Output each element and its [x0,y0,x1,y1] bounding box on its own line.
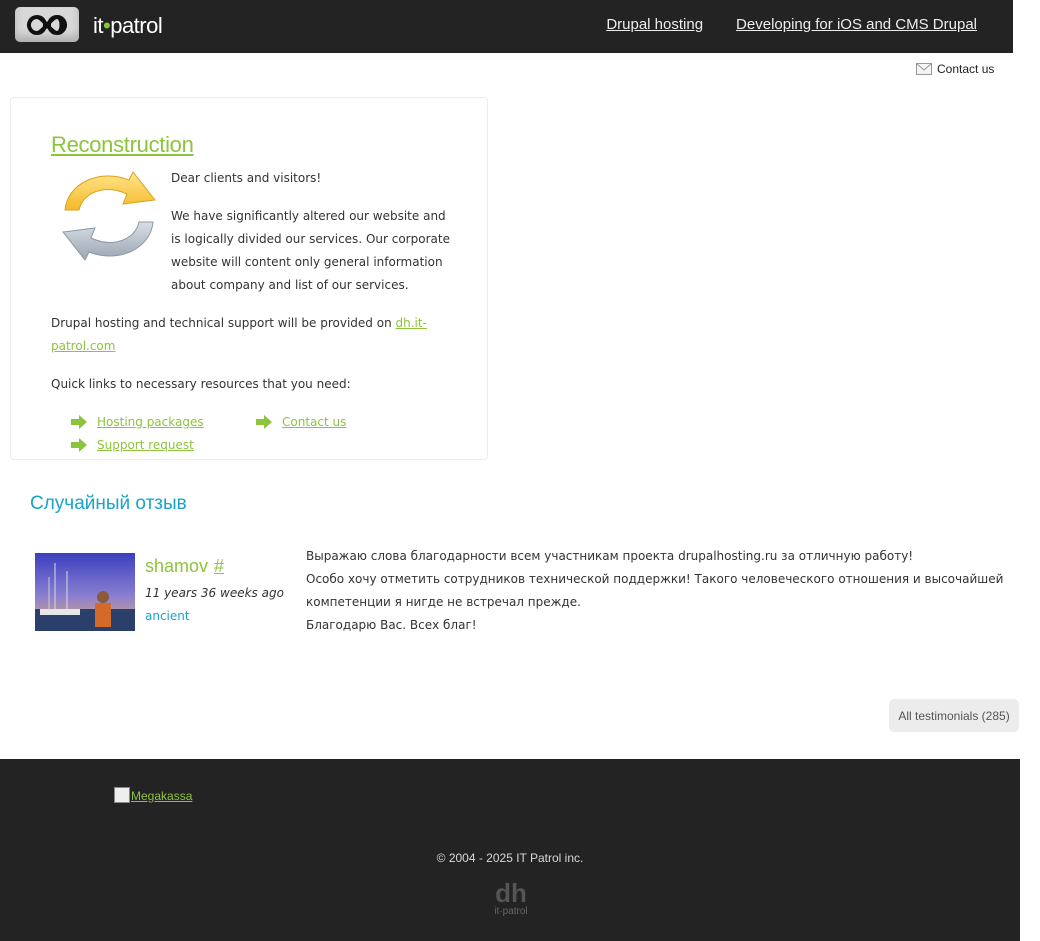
broken-image-icon [114,787,130,803]
envelope-icon [916,63,932,75]
greeting-text: Dear clients and visitors! [171,171,322,185]
review-permalink[interactable]: # [214,556,224,576]
all-testimonials-button[interactable]: All testimonials (285) [889,699,1019,732]
svg-text:it·patrol: it·patrol [494,906,527,917]
review-badge: ancient [145,609,190,623]
quick-link-support-request[interactable]: Support request [71,438,194,452]
avatar[interactable] [35,553,135,631]
random-review-heading: Случайный отзыв [30,493,187,514]
reconstruction-panel: Reconstruction Dear clients and visitors… [10,97,488,460]
site-header: it•patrol Drupal hosting Developing for … [0,0,1013,53]
nav-developing[interactable]: Developing for iOS and CMS Drupal [736,16,977,33]
review-author: shamov # [145,556,225,576]
nav-drupal-hosting[interactable]: Drupal hosting [606,16,703,33]
footer-logo-icon[interactable]: dh it·patrol [486,878,536,918]
svg-text:dh: dh [495,878,527,908]
top-navigation: Drupal hosting Developing for iOS and CM… [606,16,977,33]
panel-title[interactable]: Reconstruction [51,132,194,158]
logo-icon[interactable] [15,7,79,42]
review-time: 11 years 36 weeks ago [145,586,284,600]
copyright: © 2004 - 2025 IT Patrol inc. [436,851,584,865]
paragraph-hosting: Drupal hosting and technical support wil… [51,316,427,353]
arrow-right-icon [71,415,87,429]
logo-wordmark[interactable]: it•patrol [93,13,163,39]
arrow-right-icon [256,415,272,429]
quick-link-hosting-packages[interactable]: Hosting packages [71,415,204,429]
review-text: Выражаю слова благодарности всем участни… [306,549,1004,632]
arrow-right-icon [71,438,87,452]
site-footer: Megakassa © 2004 - 2025 IT Patrol inc. d… [0,759,1020,941]
refresh-icon [62,171,156,261]
paragraph-quick-links: Quick links to necessary resources that … [51,377,351,391]
contact-us-link[interactable]: Contact us [916,62,994,76]
quick-link-contact-us[interactable]: Contact us [256,415,346,429]
megakassa-link[interactable]: Megakassa [114,787,192,805]
paragraph-services: We have significantly altered our websit… [171,209,450,292]
